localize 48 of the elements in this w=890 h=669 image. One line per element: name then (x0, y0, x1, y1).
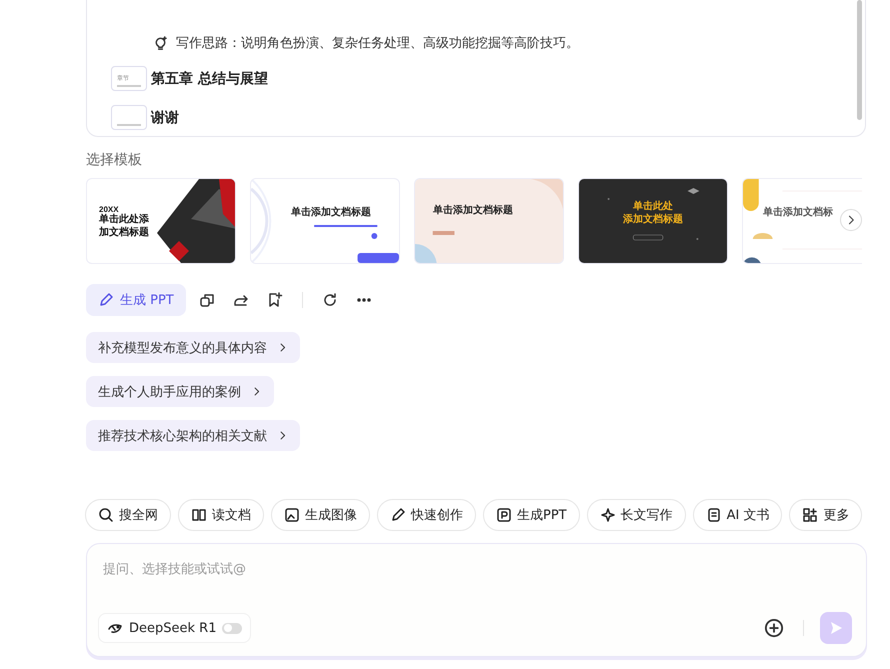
template-thumbnail[interactable]: 单击添加文档标 (742, 178, 862, 264)
toggle-switch[interactable] (222, 622, 242, 634)
skill-chip[interactable]: 生成图像 (271, 499, 370, 531)
chapter-title: 谢谢 (151, 108, 179, 126)
section-label: 选择模板 (86, 151, 143, 169)
chapter-title: 第五章 总结与展望 (151, 70, 268, 88)
slide-title: 单击此处添 (99, 214, 149, 226)
skill-chip[interactable]: 生成PPT (483, 499, 580, 531)
grid-icon (802, 507, 818, 523)
bookmark-icon (266, 292, 283, 308)
generate-ppt-button[interactable]: 生成 PPT (86, 284, 186, 316)
lightbulb-icon (153, 36, 168, 50)
refresh-icon (322, 292, 338, 308)
search-icon (98, 507, 114, 523)
slide-title: 单击此处 (633, 201, 673, 214)
skill-chip[interactable]: AI 文书 (692, 499, 782, 531)
chapter-thumbnail (111, 105, 147, 130)
suggestion-chip[interactable]: 推荐技术核心架构的相关文献 (86, 420, 300, 451)
copy-icon (198, 292, 215, 308)
prompt-field[interactable]: 提问、选择技能或试试@ (101, 558, 852, 581)
send-icon (828, 620, 844, 636)
model-toggle[interactable]: DeepSeek R1 (98, 613, 252, 643)
template-thumbnail[interactable]: 单击添加文档标题 (250, 178, 400, 264)
slide-title: 单击添加文档标题 (291, 207, 371, 220)
image-icon (284, 507, 300, 523)
slide-title: 加文档标题 (99, 226, 149, 239)
skill-chip[interactable]: 搜全网 (85, 499, 171, 531)
slide-icon (496, 507, 512, 523)
writing-tip: 写作思路：说明角色扮演、复杂任务处理、高级功能挖掘等高阶技巧。 (176, 35, 579, 52)
skill-chip[interactable]: 读文档 (178, 499, 264, 531)
slide-title: 单击添加文档标题 (433, 205, 513, 218)
suggestion-chip[interactable]: 补充模型发布意义的具体内容 (86, 332, 300, 363)
document-icon (706, 507, 722, 523)
template-thumbnail[interactable]: 单击添加文档标题 (414, 178, 564, 264)
suggestion-chip[interactable]: 生成个人助手应用的案例 (86, 376, 274, 407)
template-thumbnail[interactable]: 单击此处 添加文档标题 (578, 178, 728, 264)
book-icon (191, 507, 207, 523)
template-thumbnail[interactable]: 20XX 单击此处添 加文档标题 (86, 178, 236, 264)
slide-title: 单击添加文档标 (763, 207, 833, 220)
slide-year: 20XX (99, 205, 119, 214)
skill-chip[interactable]: 更多 (789, 499, 862, 531)
pencil-icon (98, 292, 114, 308)
plus-circle-icon (764, 618, 784, 638)
slide-title: 添加文档标题 (623, 214, 683, 226)
sparkle-icon (600, 507, 616, 523)
skill-chip[interactable]: 快速创作 (377, 499, 476, 531)
skill-chip[interactable]: 长文写作 (586, 499, 686, 531)
pen-icon (390, 507, 406, 523)
